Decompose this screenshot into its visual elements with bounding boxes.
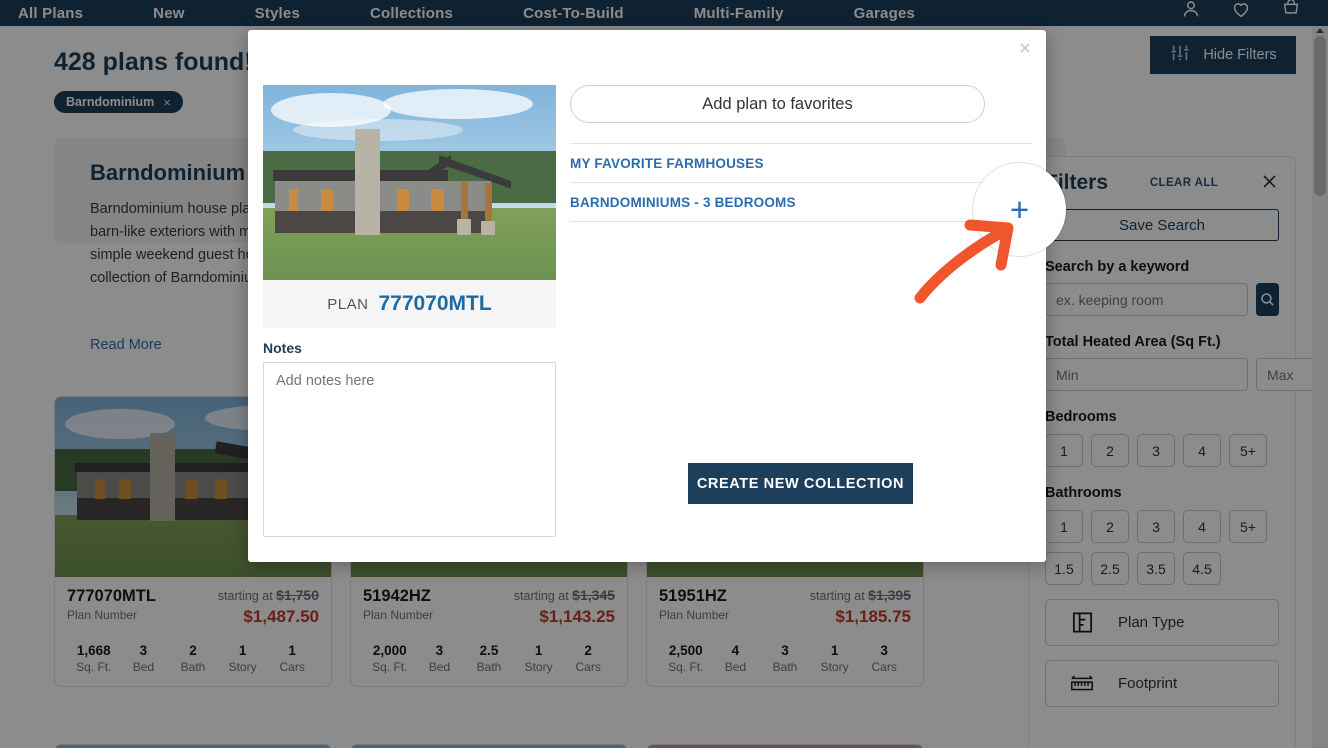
add-to-favorites-modal: PLAN 777070MTL Notes Add plan to favorit… — [248, 30, 1046, 562]
modal-close-icon[interactable] — [1018, 40, 1032, 59]
annotation-spotlight-circle: + — [973, 163, 1066, 256]
collection-item-my-favorite-farmhouses[interactable]: MY FAVORITE FARMHOUSES — [570, 144, 1032, 183]
modal-plan-label: PLAN — [327, 295, 369, 313]
modal-plan-panel: PLAN 777070MTL Notes — [263, 85, 556, 542]
modal-collections-panel: Add plan to favorites MY FAVORITE FARMHO… — [570, 85, 1032, 222]
notes-textarea[interactable] — [263, 362, 556, 537]
modal-plan-caption: PLAN 777070MTL — [263, 280, 556, 328]
add-collection-plus-icon[interactable]: + — [1010, 193, 1029, 226]
modal-plan-number[interactable]: 777070MTL — [378, 292, 491, 316]
app-root: All Plans New Styles Collections Cost-To… — [0, 0, 1328, 748]
create-new-collection-button[interactable]: CREATE NEW COLLECTION — [688, 463, 913, 504]
modal-plan-image — [263, 85, 556, 280]
notes-label: Notes — [263, 340, 302, 356]
collection-item-barndominiums-3-bedrooms[interactable]: BARNDOMINIUMS - 3 BEDROOMS — [570, 183, 1032, 222]
collections-list: MY FAVORITE FARMHOUSES BARNDOMINIUMS - 3… — [570, 143, 1032, 222]
add-plan-to-favorites-button[interactable]: Add plan to favorites — [570, 85, 985, 123]
